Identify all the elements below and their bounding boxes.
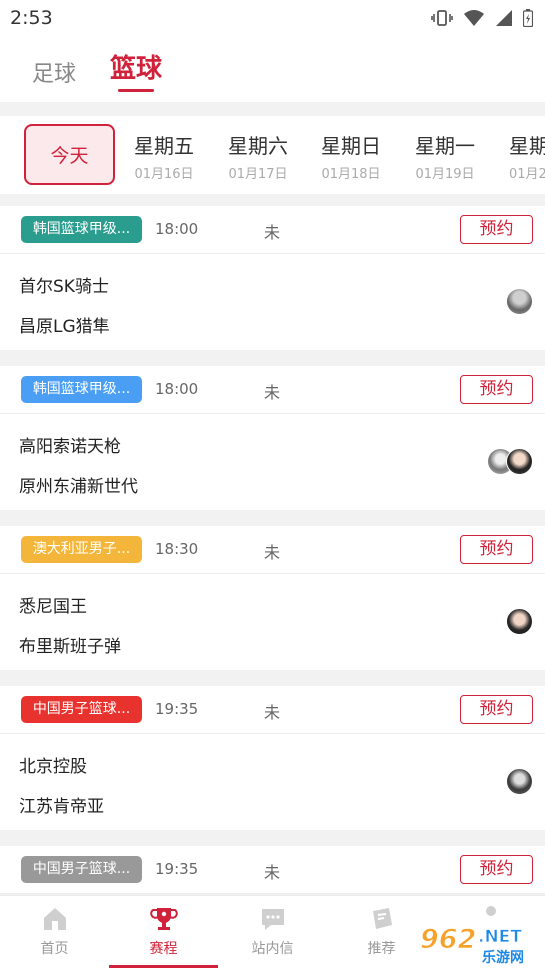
match-time: 18:00 bbox=[155, 220, 199, 238]
watermark-logo: 962 .NET 乐游网 bbox=[420, 924, 525, 967]
date-weekday: 星期五 bbox=[134, 134, 194, 158]
match-time: 19:35 bbox=[155, 860, 199, 878]
wifi-icon bbox=[464, 10, 484, 26]
date-item[interactable]: 星期一 01月19日 bbox=[405, 130, 485, 182]
tab-underline bbox=[118, 89, 154, 92]
commentator-avatars[interactable] bbox=[487, 448, 533, 475]
battery-icon bbox=[523, 9, 533, 27]
tab-football[interactable]: 足球 bbox=[32, 56, 76, 88]
date-item[interactable]: 星期六 01月17日 bbox=[218, 130, 298, 182]
match-card[interactable]: 韩国篮球甲级... 18:00 未 预约 高阳索诺天枪 原州东浦新世代 bbox=[0, 366, 545, 510]
match-time: 19:35 bbox=[155, 700, 199, 718]
match-card[interactable]: 中国男子篮球... 19:35 未 预约 bbox=[0, 846, 545, 894]
date-day: 01月16日 bbox=[134, 167, 194, 182]
reserve-button[interactable]: 预约 bbox=[460, 855, 533, 884]
match-header: 韩国篮球甲级... 18:00 未 预约 bbox=[0, 366, 545, 414]
match-header: 澳大利亚男子... 18:30 未 预约 bbox=[0, 526, 545, 574]
date-weekday: 星期一 bbox=[415, 134, 475, 158]
home-team: 悉尼国王 bbox=[19, 597, 87, 617]
match-card[interactable]: 澳大利亚男子... 18:30 未 预约 悉尼国王 布里斯班子弹 bbox=[0, 526, 545, 670]
nav-home[interactable]: 首页 bbox=[0, 896, 109, 968]
date-item[interactable]: 星期 01月2 bbox=[499, 130, 545, 182]
league-badge: 澳大利亚男子... bbox=[21, 536, 142, 563]
home-icon bbox=[40, 904, 70, 934]
reserve-button[interactable]: 预约 bbox=[460, 215, 533, 244]
reserve-button[interactable]: 预约 bbox=[460, 375, 533, 404]
avatar[interactable] bbox=[506, 288, 533, 315]
nav-label: 首页 bbox=[40, 941, 69, 957]
league-badge: 韩国篮球甲级... bbox=[21, 216, 142, 243]
league-badge: 韩国篮球甲级... bbox=[21, 376, 142, 403]
sport-tabs: 足球 篮球 bbox=[0, 36, 545, 102]
league-badge: 中国男子篮球... bbox=[21, 856, 142, 883]
away-team: 布里斯班子弹 bbox=[19, 637, 121, 657]
avatar[interactable] bbox=[506, 448, 533, 475]
trophy-icon bbox=[149, 904, 179, 934]
date-weekday: 星期六 bbox=[228, 134, 288, 158]
away-team: 原州东浦新世代 bbox=[19, 477, 138, 497]
match-card[interactable]: 韩国篮球甲级... 18:00 未 预约 首尔SK骑士 昌原LG猎隼 bbox=[0, 206, 545, 350]
date-weekday: 星期 bbox=[509, 134, 545, 158]
commentator-avatars[interactable] bbox=[506, 768, 533, 795]
match-body: 首尔SK骑士 昌原LG猎隼 bbox=[0, 254, 545, 350]
signal-icon bbox=[496, 10, 512, 26]
status-icons bbox=[431, 9, 533, 27]
nav-messages[interactable]: 站内信 bbox=[218, 896, 327, 968]
nav-schedule[interactable]: 赛程 bbox=[109, 896, 218, 968]
match-body: 高阳索诺天枪 原州东浦新世代 bbox=[0, 414, 545, 510]
date-day: 01月18日 bbox=[321, 167, 381, 182]
avatar[interactable] bbox=[506, 608, 533, 635]
svg-text:乐游网: 乐游网 bbox=[482, 949, 524, 966]
svg-text:962: 962 bbox=[420, 924, 476, 955]
match-card[interactable]: 中国男子篮球... 19:35 未 预约 北京控股 江苏肯帝亚 bbox=[0, 686, 545, 830]
nav-label: 站内信 bbox=[251, 941, 294, 957]
match-status: 未 bbox=[264, 703, 281, 722]
match-time: 18:30 bbox=[155, 540, 199, 558]
match-time: 18:00 bbox=[155, 380, 199, 398]
status-bar: 2:53 bbox=[0, 0, 545, 36]
nav-label: 推荐 bbox=[367, 941, 396, 957]
match-status: 未 bbox=[264, 383, 281, 402]
home-team: 北京控股 bbox=[19, 757, 87, 777]
date-weekday: 星期日 bbox=[321, 134, 381, 158]
date-today-button[interactable]: 今天 bbox=[24, 124, 115, 185]
commentator-avatars[interactable] bbox=[506, 288, 533, 315]
match-status: 未 bbox=[264, 543, 281, 562]
message-icon bbox=[258, 904, 288, 934]
reserve-button[interactable]: 预约 bbox=[460, 695, 533, 724]
date-strip[interactable]: 今天 星期五 01月16日 星期六 01月17日 星期日 01月18日 星期一 … bbox=[0, 116, 545, 194]
date-item[interactable]: 星期五 01月16日 bbox=[124, 130, 204, 182]
date-item[interactable]: 星期日 01月18日 bbox=[311, 130, 391, 182]
recommend-icon bbox=[367, 904, 397, 934]
home-team: 高阳索诺天枪 bbox=[19, 437, 121, 457]
away-team: 江苏肯帝亚 bbox=[19, 797, 104, 817]
match-status: 未 bbox=[264, 863, 281, 882]
tab-basketball[interactable]: 篮球 bbox=[110, 48, 162, 85]
match-body: 悉尼国王 布里斯班子弹 bbox=[0, 574, 545, 670]
commentator-avatars[interactable] bbox=[506, 608, 533, 635]
vibrate-icon bbox=[431, 10, 453, 26]
match-header: 中国男子篮球... 19:35 未 预约 bbox=[0, 686, 545, 734]
away-team: 昌原LG猎隼 bbox=[19, 317, 110, 337]
match-body: 北京控股 江苏肯帝亚 bbox=[0, 734, 545, 830]
reserve-button[interactable]: 预约 bbox=[460, 535, 533, 564]
match-status: 未 bbox=[264, 223, 281, 242]
svg-text:.NET: .NET bbox=[478, 927, 522, 947]
match-header: 韩国篮球甲级... 18:00 未 预约 bbox=[0, 206, 545, 254]
home-team: 首尔SK骑士 bbox=[19, 277, 109, 297]
league-badge: 中国男子篮球... bbox=[21, 696, 142, 723]
nav-label: 赛程 bbox=[149, 941, 178, 957]
avatar[interactable] bbox=[506, 768, 533, 795]
match-header: 中国男子篮球... 19:35 未 预约 bbox=[0, 846, 545, 894]
date-day: 01月2 bbox=[509, 167, 545, 182]
date-day: 01月19日 bbox=[415, 167, 475, 182]
date-day: 01月17日 bbox=[228, 167, 288, 182]
status-time: 2:53 bbox=[10, 7, 53, 29]
